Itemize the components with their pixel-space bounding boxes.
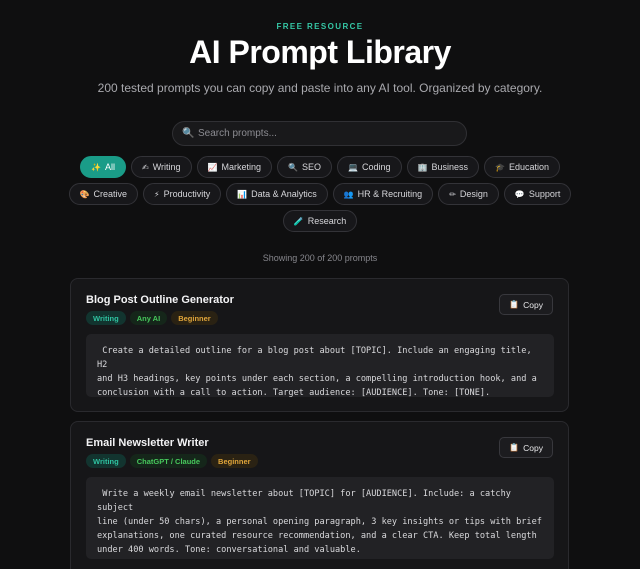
prompt-title: Email Newsletter Writer — [86, 437, 209, 449]
chip-label: Business — [431, 162, 468, 172]
clipboard-icon: 📋 — [509, 443, 520, 452]
laptop-icon: 💻 — [348, 162, 358, 172]
page-subtitle: 200 tested prompts you can copy and past… — [97, 81, 543, 95]
writing-hand-icon: ✍ — [141, 162, 149, 172]
search-bar: 🔍 — [172, 121, 467, 146]
copy-button[interactable]: 📋 Copy — [499, 437, 553, 458]
copy-label: Copy — [523, 299, 543, 310]
copy-button[interactable]: 📋 Copy — [499, 294, 553, 315]
chip-label: Coding — [361, 162, 391, 172]
office-building-icon: 🏢 — [417, 162, 428, 172]
chart-up-icon: 📈 — [207, 162, 218, 172]
speech-bubble-icon: 💬 — [514, 189, 525, 199]
prompt-card: Blog Post Outline Generator Writing Any … — [70, 278, 569, 412]
category-tag: Writing — [86, 311, 126, 325]
graduation-cap-icon: 🎓 — [495, 162, 505, 172]
model-tag: Any AI — [129, 311, 168, 325]
category-chip-business[interactable]: 🏢 Business — [406, 156, 479, 178]
people-icon: 👥 — [343, 189, 354, 199]
chip-label: Marketing — [221, 162, 262, 172]
category-tag: Writing — [86, 454, 126, 468]
chip-label: SEO — [301, 162, 321, 172]
chip-label: Research — [307, 216, 347, 226]
search-icon: 🔍 — [182, 128, 195, 139]
magnifier-icon: 🔍 — [288, 162, 298, 172]
clipboard-icon: 📋 — [509, 300, 520, 309]
bar-chart-icon: 📊 — [237, 189, 248, 199]
category-chip-design[interactable]: ✏ Design — [438, 183, 499, 205]
category-chip-education[interactable]: 🎓 Education — [484, 156, 560, 178]
test-tube-icon: 🧪 — [293, 216, 304, 226]
category-chip-research[interactable]: 🧪 Research — [282, 210, 358, 232]
pencil-icon: ✏ — [449, 189, 456, 199]
chip-label: Creative — [93, 189, 128, 199]
category-filter-row-2: 🎨 Creative ⚡ Productivity 📊 Data & Analytic… — [0, 183, 640, 205]
lightning-icon: ⚡ — [154, 189, 160, 199]
prompt-title: Blog Post Outline Generator — [86, 294, 234, 306]
palette-icon: 🎨 — [79, 189, 90, 199]
search-input[interactable] — [198, 128, 458, 139]
category-chip-all[interactable]: ✨ All — [80, 156, 126, 178]
category-chip-data-analytics[interactable]: 📊 Data & Analytics — [226, 183, 328, 205]
chip-label: Design — [459, 189, 488, 199]
sparkles-icon: ✨ — [91, 162, 101, 172]
chip-label: Education — [508, 162, 549, 172]
category-chip-creative[interactable]: 🎨 Creative — [68, 183, 139, 205]
chip-label: Productivity — [163, 189, 211, 199]
category-chip-writing[interactable]: ✍ Writing — [130, 156, 192, 178]
prompt-tags: Writing ChatGPT / Claude Beginner — [86, 454, 258, 468]
prompt-tags: Writing Any AI Beginner — [86, 311, 218, 325]
level-tag: Beginner — [211, 454, 258, 468]
eyebrow-label: FREE RESOURCE — [276, 22, 364, 31]
category-chip-seo[interactable]: 🔍 SEO — [277, 156, 332, 178]
chip-label: HR & Recruiting — [357, 189, 423, 199]
prompt-text: Write a weekly email newsletter about [T… — [86, 477, 554, 559]
chip-label: Support — [528, 189, 561, 199]
category-chip-marketing[interactable]: 📈 Marketing — [196, 156, 273, 178]
page-title: AI Prompt Library — [189, 34, 451, 70]
category-chip-coding[interactable]: 💻 Coding — [337, 156, 402, 178]
category-filter-row-1: ✨ All ✍ Writing 📈 Marketing 🔍 SEO 💻 Coding 🏢 B… — [0, 156, 640, 178]
category-filter-row-3: 🧪 Research — [0, 210, 640, 232]
results-count: Showing 200 of 200 prompts — [262, 253, 378, 263]
chip-label: Writing — [152, 162, 181, 172]
category-chip-productivity[interactable]: ⚡ Productivity — [143, 183, 222, 205]
copy-label: Copy — [523, 442, 543, 453]
chip-label: Data & Analytics — [251, 189, 317, 199]
chip-label: All — [104, 162, 115, 172]
prompt-text: Create a detailed outline for a blog pos… — [86, 334, 554, 398]
prompt-card: Email Newsletter Writer Writing ChatGPT … — [70, 421, 569, 569]
category-chip-hr-recruiting[interactable]: 👥 HR & Recruiting — [332, 183, 434, 205]
model-tag: ChatGPT / Claude — [129, 454, 208, 468]
category-chip-support[interactable]: 💬 Support — [503, 183, 572, 205]
level-tag: Beginner — [171, 311, 218, 325]
